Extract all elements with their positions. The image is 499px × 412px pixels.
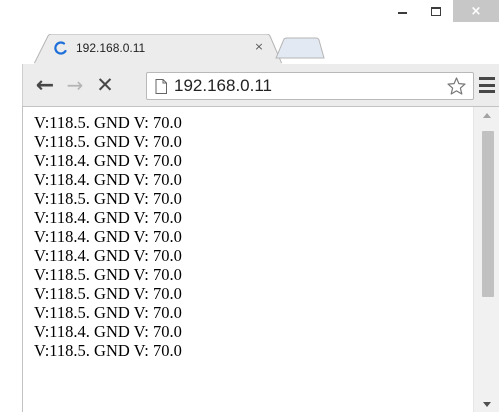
menu-icon-bar: [479, 83, 495, 87]
scroll-thumb[interactable]: [482, 131, 494, 297]
maximize-button[interactable]: [419, 0, 453, 22]
vertical-scrollbar[interactable]: [473, 107, 499, 412]
tab-shape: [34, 34, 282, 64]
loading-spinner-icon: [54, 41, 67, 55]
address-bar[interactable]: 192.168.0.11: [146, 72, 474, 100]
reading-line: V:118.5. GND V: 70.0: [34, 303, 182, 322]
reading-line: V:118.4. GND V: 70.0: [34, 227, 182, 246]
window-controls: ×: [385, 0, 499, 22]
close-window-button[interactable]: ×: [453, 0, 499, 22]
stop-button[interactable]: ✕: [93, 73, 117, 97]
back-button[interactable]: ←: [33, 72, 57, 98]
reading-line: V:118.5. GND V: 70.0: [34, 132, 182, 151]
menu-button[interactable]: [479, 77, 497, 93]
tab-title: 192.168.0.11: [76, 41, 146, 55]
bookmark-star-icon[interactable]: [446, 76, 467, 97]
stop-icon: ✕: [96, 73, 114, 97]
minimize-button[interactable]: [385, 0, 419, 22]
reading-line: V:118.4. GND V: 70.0: [34, 322, 182, 341]
reading-line: V:118.5. GND V: 70.0: [34, 341, 182, 360]
minimize-icon: [397, 12, 407, 14]
new-tab-button[interactable]: [274, 37, 326, 59]
forward-button[interactable]: →: [63, 73, 87, 97]
page-icon: [155, 79, 167, 94]
scroll-up-button[interactable]: [474, 107, 499, 124]
reading-list: V:118.5. GND V: 70.0 V:118.5. GND V: 70.0…: [34, 113, 182, 360]
reading-line: V:118.5. GND V: 70.0: [34, 265, 182, 284]
reading-line: V:118.5. GND V: 70.0: [34, 113, 182, 132]
reading-line: V:118.5. GND V: 70.0: [34, 189, 182, 208]
arrow-left-icon: ←: [35, 72, 55, 98]
reading-line: V:118.4. GND V: 70.0: [34, 208, 182, 227]
reading-line: V:118.4. GND V: 70.0: [34, 246, 182, 265]
caret-up-icon: [483, 113, 491, 118]
maximize-icon: [431, 6, 441, 16]
page-content: V:118.5. GND V: 70.0 V:118.5. GND V: 70.0…: [22, 106, 499, 412]
browser-toolbar: ← → ✕ 192.168.0.11: [22, 64, 499, 106]
menu-icon-bar: [479, 90, 495, 93]
browser-window: × 192.168.0.11 × ← → ✕ 192.168.0.11 V:11…: [0, 0, 499, 412]
reading-line: V:118.4. GND V: 70.0: [34, 151, 182, 170]
tab-active[interactable]: 192.168.0.11 ×: [34, 34, 282, 64]
tab-close-button[interactable]: ×: [252, 39, 266, 55]
close-icon: ×: [470, 3, 482, 19]
url-text[interactable]: 192.168.0.11: [174, 76, 272, 96]
scroll-down-button[interactable]: [474, 396, 499, 412]
reading-line: V:118.5. GND V: 70.0: [34, 284, 182, 303]
reading-line: V:118.4. GND V: 70.0: [34, 170, 182, 189]
arrow-right-icon: →: [66, 73, 84, 97]
caret-down-icon: [483, 402, 491, 407]
menu-icon-bar: [479, 77, 495, 80]
